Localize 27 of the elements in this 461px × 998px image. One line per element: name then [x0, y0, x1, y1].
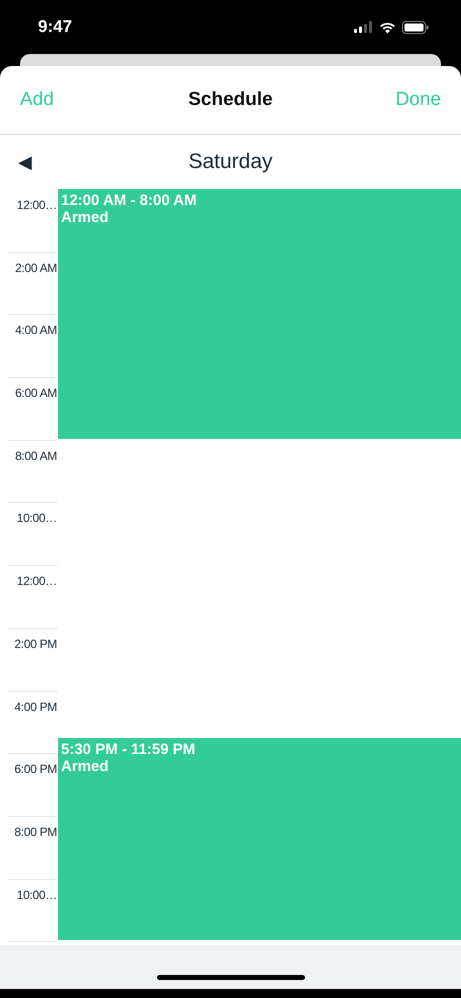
- hour-label: 4:00 PM: [14, 700, 57, 714]
- day-title: Saturday: [188, 150, 273, 174]
- wifi-icon: [379, 20, 396, 34]
- battery-icon: [402, 20, 429, 34]
- hour-label: 12:00…: [16, 574, 57, 588]
- hour-label: 6:00 AM: [15, 386, 57, 400]
- schedule-block[interactable]: 12:00 AM - 8:00 AM Armed: [58, 189, 461, 439]
- event-time: 12:00 AM - 8:00 AM: [61, 192, 198, 209]
- event-label: Armed: [61, 209, 110, 226]
- signal-icon: [354, 21, 373, 33]
- done-button[interactable]: Done: [396, 89, 441, 111]
- hour-label: 2:00 AM: [15, 260, 57, 275]
- hour-label: 12:00…: [16, 198, 57, 212]
- hour-label: 2:00 PM: [14, 636, 57, 651]
- hour-label: 8:00 PM: [14, 824, 57, 839]
- hour-label: 10:00…: [16, 888, 57, 902]
- event-label: Armed: [61, 758, 110, 775]
- previous-day-button[interactable]: ◀: [0, 151, 32, 173]
- status-time: 9:47: [38, 17, 72, 37]
- add-button[interactable]: Add: [20, 89, 54, 111]
- schedule-block[interactable]: 5:30 PM - 11:59 PM Armed: [58, 738, 461, 940]
- hour-label: 10:00…: [16, 511, 57, 526]
- hour-label: 4:00 AM: [15, 323, 57, 338]
- hour-label: 6:00 PM: [14, 762, 57, 776]
- hour-label: 8:00 AM: [15, 448, 57, 463]
- event-time: 5:30 PM - 11:59 PM: [61, 741, 196, 758]
- screen-title: Schedule: [188, 89, 273, 111]
